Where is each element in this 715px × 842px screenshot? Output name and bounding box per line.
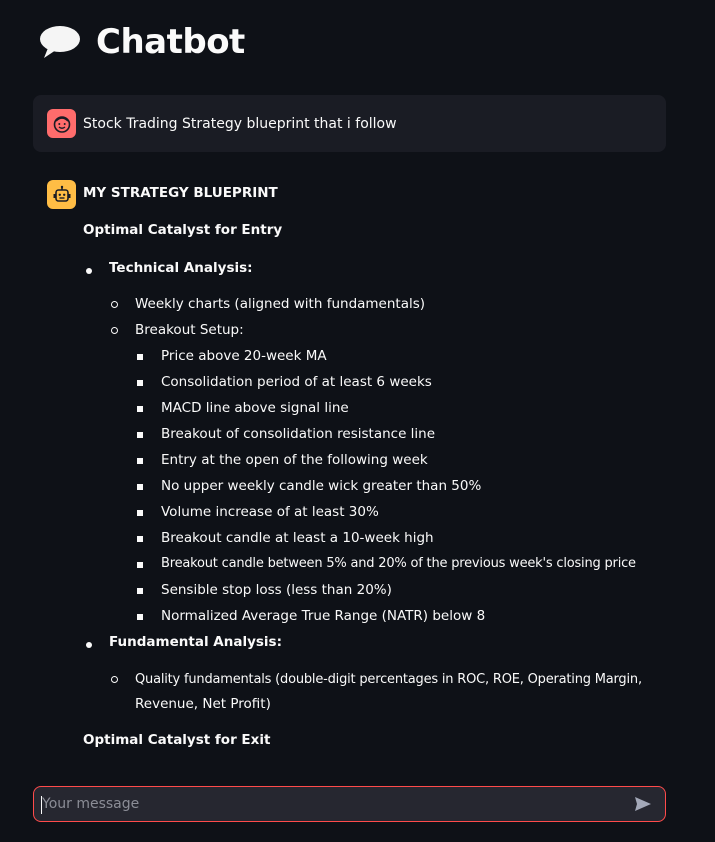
list-bullet [111,676,118,683]
page-header: Chatbot [38,18,245,66]
list-bullet [137,406,143,412]
list-bullet [86,642,92,648]
list-bullet [86,268,92,274]
robot-icon [53,185,70,202]
user-avatar [47,109,76,138]
list-bullet [137,354,143,360]
list-item: Breakout candle at least a 10-week high [161,530,434,546]
list-bullet [137,562,143,568]
list-item: Price above 20-week MA [161,348,327,364]
list-item: Consolidation period of at least 6 weeks [161,374,432,390]
text-caret [41,796,42,814]
user-message-text: Stock Trading Strategy blueprint that i … [83,115,397,132]
smiling-face-icon [53,115,70,133]
chat-app: Chatbot Stock Trading Strategy blueprint… [0,0,715,842]
chat-input[interactable] [34,787,625,821]
assistant-avatar [47,180,76,209]
breakout-setup-label: Breakout Setup: [135,322,244,338]
speech-balloon-icon [40,26,80,58]
list-item: Volume increase of at least 30% [161,504,379,520]
list-bullet [111,301,118,308]
user-message: Stock Trading Strategy blueprint that i … [33,95,666,152]
list-item: Entry at the open of the following week [161,452,428,468]
list-item: Normalized Average True Range (NATR) bel… [161,608,486,624]
send-icon [635,797,651,811]
fundamental-analysis-label: Fundamental Analysis: [109,634,282,650]
list-bullet [137,484,143,490]
list-item: Breakout of consolidation resistance lin… [161,426,436,442]
list-item: Breakout candle between 5% and 20% of th… [161,556,636,571]
list-bullet [137,458,143,464]
list-item: MACD line above signal line [161,400,349,416]
list-bullet [137,614,143,620]
send-button[interactable] [625,787,661,821]
list-bullet [137,510,143,516]
chat-input-container [33,786,666,822]
strategy-heading: MY STRATEGY BLUEPRINT [83,185,278,201]
list-item: Quality fundamentals (double-digit perce… [135,672,642,687]
list-bullet [137,536,143,542]
list-bullet [137,588,143,594]
list-bullet [137,380,143,386]
entry-section-heading: Optimal Catalyst for Entry [83,222,283,238]
exit-section-heading: Optimal Catalyst for Exit [83,732,271,748]
technical-analysis-label: Technical Analysis: [109,260,253,276]
list-item: Weekly charts (aligned with fundamentals… [135,296,426,312]
list-bullet [137,432,143,438]
list-bullet [111,327,118,334]
page-title: Chatbot [96,22,245,62]
list-item: No upper weekly candle wick greater than… [161,478,482,494]
list-item: Sensible stop loss (less than 20%) [161,582,392,598]
list-item-continuation: Revenue, Net Profit) [135,696,271,712]
